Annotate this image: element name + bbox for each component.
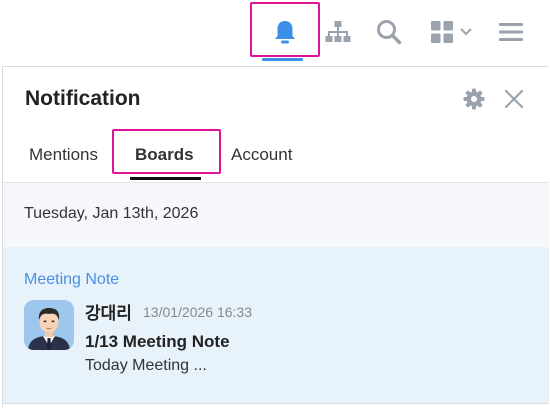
divider <box>3 403 549 404</box>
bell-highlight-box <box>250 2 320 57</box>
apps-grid-icon <box>430 21 453 43</box>
notification-item[interactable]: Meeting Note 강대리 13/01/2026 16:33 1/13 M… <box>3 247 549 403</box>
search-icon <box>377 20 402 45</box>
tab-bar: Mentions Boards Account <box>3 127 549 182</box>
bell-active-indicator <box>262 58 303 61</box>
gear-icon <box>463 88 485 110</box>
date-label: Tuesday, Jan 13th, 2026 <box>24 205 199 222</box>
top-toolbar <box>0 0 550 64</box>
user-avatar-icon <box>24 300 74 350</box>
tab-mentions[interactable]: Mentions <box>29 127 98 182</box>
close-button[interactable] <box>502 87 526 111</box>
notification-subject: 1/13 Meeting Note <box>85 332 230 351</box>
boards-tab-highlight-box <box>112 129 221 174</box>
org-chart-icon <box>325 21 351 42</box>
notification-category[interactable]: Meeting Note <box>24 271 119 289</box>
date-group-header: Tuesday, Jan 13th, 2026 <box>3 183 549 247</box>
notification-timestamp: 13/01/2026 16:33 <box>143 304 252 320</box>
notification-panel: Notification Mentions Boards Account Tue… <box>2 66 549 408</box>
apps-menu-button[interactable] <box>426 0 476 64</box>
search-button[interactable] <box>370 0 408 64</box>
settings-button[interactable] <box>462 87 486 111</box>
active-tab-indicator <box>130 177 201 180</box>
close-icon <box>504 89 524 109</box>
main-menu-button[interactable] <box>494 0 528 64</box>
notification-author: 강대리 <box>85 304 132 323</box>
chevron-down-icon <box>459 28 472 36</box>
notification-preview: Today Meeting ... <box>85 357 207 374</box>
avatar <box>24 300 74 350</box>
org-chart-button[interactable] <box>320 0 356 64</box>
panel-title: Notification <box>25 87 141 110</box>
tab-account[interactable]: Account <box>231 127 292 182</box>
hamburger-menu-icon <box>499 23 523 41</box>
